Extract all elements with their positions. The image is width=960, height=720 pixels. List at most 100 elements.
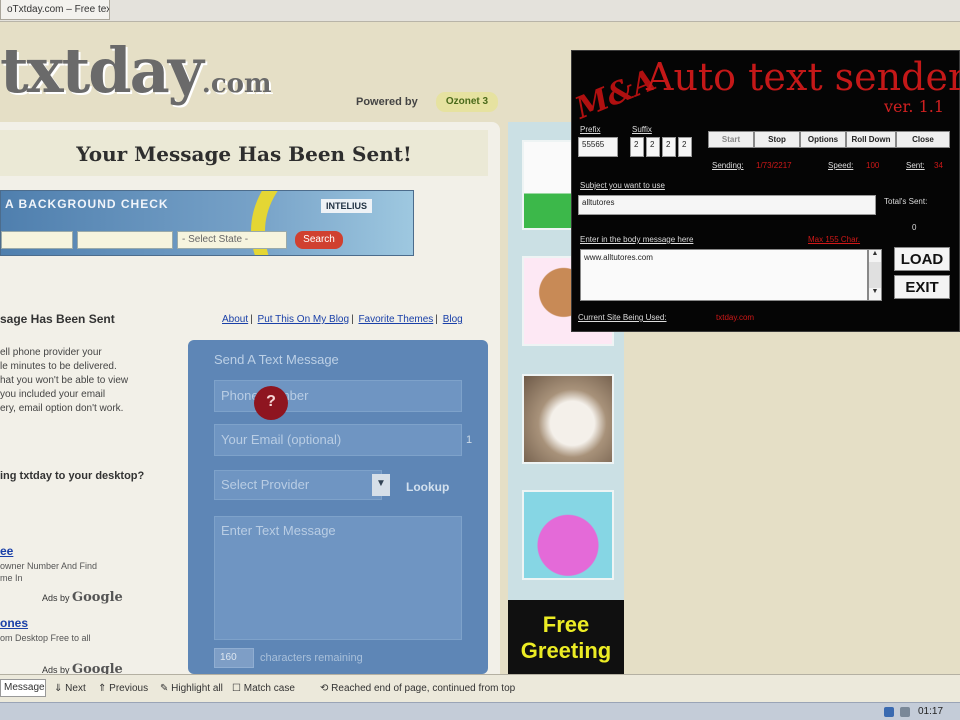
- body-line: hat you won't be able to view: [0, 375, 129, 386]
- ads-by-google[interactable]: Ads by Google: [42, 590, 123, 605]
- banner-state-select[interactable]: - Select State -: [177, 231, 287, 249]
- banner-first-name-input[interactable]: [1, 231, 73, 249]
- current-site-value: txtday.com: [716, 313, 755, 322]
- top-links: About | Put This On My Blog | Favorite The…: [222, 314, 463, 325]
- find-previous-label: Previous: [109, 683, 149, 694]
- ad-line: owner Number And Find: [0, 561, 98, 571]
- ad-link[interactable]: ee: [0, 544, 13, 558]
- character-count-box: 160: [214, 648, 254, 668]
- suffix-digit-input[interactable]: 2: [678, 137, 692, 157]
- chevron-down-icon[interactable]: ▼: [372, 474, 390, 496]
- highlight-all-label: Highlight all: [171, 683, 223, 694]
- characters-remaining-label: characters remaining: [260, 652, 363, 664]
- options-button[interactable]: Options: [800, 131, 846, 148]
- suffix-digit-input[interactable]: 2: [646, 137, 660, 157]
- lookup-link[interactable]: Lookup: [406, 480, 449, 494]
- suffix-digit-input[interactable]: 2: [630, 137, 644, 157]
- prefix-label: Prefix: [580, 125, 601, 134]
- body-textarea[interactable]: www.alltutores.com: [580, 249, 868, 301]
- match-case-checkbox[interactable]: ☐ Match case: [232, 683, 295, 694]
- link-put-on-blog[interactable]: Put This On My Blog: [258, 314, 350, 325]
- suffix-digit-input[interactable]: 2: [662, 137, 676, 157]
- banner-last-name-input[interactable]: [77, 231, 173, 249]
- link-about[interactable]: About: [222, 314, 248, 325]
- site-logo-text: txtday: [0, 34, 204, 107]
- stop-button[interactable]: Stop: [754, 131, 800, 148]
- main-content: Your Message Has Been Sent! A BACKGROUND…: [0, 122, 500, 677]
- link-blog[interactable]: Blog: [443, 314, 463, 325]
- current-site-label: Current Site Being Used:: [578, 313, 667, 322]
- prefix-input[interactable]: 55565: [578, 137, 618, 157]
- browser-tab[interactable]: oTxtday.com – Free text messaging – SMS …: [0, 0, 110, 20]
- checkbox-icon: ☐: [232, 683, 241, 694]
- ads-by-label: Ads by: [42, 593, 70, 603]
- banner-text: A BACKGROUND CHECK: [5, 197, 169, 211]
- sms-panel-title: Send A Text Message: [214, 352, 339, 367]
- ads-by-brand: Google: [72, 590, 123, 605]
- find-bar: Message ⇓ Next ⇑ Previous ✎ Highlight al…: [0, 674, 960, 702]
- taskbar: 01:17: [0, 702, 960, 720]
- page-title: Your Message Has Been Sent!: [0, 130, 488, 176]
- provider-select[interactable]: Select Provider: [214, 470, 382, 500]
- body-char-limit: Max 155 Char.: [808, 235, 861, 244]
- help-marker-icon[interactable]: ?: [254, 386, 288, 420]
- ad-text: om Desktop Free to all: [0, 632, 130, 644]
- ad-link[interactable]: ones: [0, 616, 28, 630]
- phone-number-input[interactable]: Phone Number: [214, 380, 462, 412]
- match-case-label: Match case: [243, 683, 295, 694]
- body-line: ell phone provider your: [0, 347, 102, 358]
- ad-line: om Desktop Free to all: [0, 633, 91, 643]
- message-sent-heading: sage Has Been Sent: [0, 312, 115, 326]
- banner-search-button[interactable]: Search: [295, 231, 343, 249]
- app-title: Auto text sender: [646, 55, 960, 99]
- find-next-label: Next: [65, 683, 86, 694]
- highlight-icon: ✎: [160, 683, 169, 694]
- highlight-all-button[interactable]: ✎ Highlight all: [160, 683, 223, 694]
- message-textarea[interactable]: Enter Text Message: [214, 516, 462, 640]
- free-greeting-ad[interactable]: Free Greeting: [508, 600, 624, 674]
- app-version: ver. 1.1: [884, 97, 945, 116]
- body-line: le minutes to be delivered.: [0, 361, 117, 372]
- ecard-thumbnail[interactable]: [522, 490, 614, 580]
- find-previous-button[interactable]: ⇑ Previous: [98, 683, 148, 694]
- browser-tab-strip: oTxtday.com – Free text messaging – SMS …: [0, 0, 960, 22]
- totals-sent-label: Total's Sent:: [884, 197, 928, 206]
- scroll-up-icon[interactable]: ▲: [869, 250, 881, 262]
- scroll-down-icon[interactable]: ▼: [869, 288, 881, 300]
- load-button[interactable]: LOAD: [894, 247, 950, 271]
- email-input[interactable]: Your Email (optional): [214, 424, 462, 456]
- wrap-icon: ⟲: [320, 683, 329, 694]
- ecard-thumbnail[interactable]: [522, 374, 614, 464]
- body-line: ery, email option don't work.: [0, 403, 124, 414]
- arrow-up-icon: ⇑: [98, 683, 107, 694]
- close-button[interactable]: Close: [896, 131, 950, 148]
- sent-label: Sent:: [906, 161, 925, 170]
- suffix-label: Suffix: [632, 125, 652, 134]
- roll-down-button[interactable]: Roll Down: [846, 131, 896, 148]
- greeting-line: Greeting: [520, 638, 612, 663]
- ad-line: me In: [0, 573, 23, 583]
- site-logo[interactable]: txtday.com: [0, 34, 272, 107]
- speed-value: 100: [866, 161, 880, 170]
- totals-sent-value: 0: [912, 223, 917, 232]
- link-favorite-themes[interactable]: Favorite Themes: [358, 314, 433, 325]
- find-next-button[interactable]: ⇓ Next: [54, 683, 86, 694]
- auto-text-sender-window: M&A Auto text sender ver. 1.1 Prefix Suf…: [570, 50, 960, 332]
- sent-value: 34: [934, 161, 943, 170]
- volume-icon[interactable]: [900, 707, 910, 717]
- powered-by-badge[interactable]: Ozonet 3: [436, 92, 498, 112]
- arrow-down-icon: ⇓: [54, 683, 63, 694]
- network-icon[interactable]: [884, 707, 894, 717]
- desktop-question: ing txtday to your desktop?: [0, 470, 145, 482]
- send-text-message-panel: Send A Text Message Phone Number Your Em…: [188, 340, 488, 674]
- find-input[interactable]: Message: [0, 679, 46, 697]
- subject-input[interactable]: alltutores: [578, 195, 876, 215]
- side-number: 1: [466, 434, 473, 446]
- start-button[interactable]: Start: [708, 131, 754, 148]
- body-scrollbar[interactable]: ▲ ▼: [868, 249, 882, 301]
- exit-button[interactable]: EXIT: [894, 275, 950, 299]
- site-logo-suffix: .com: [201, 69, 272, 99]
- body-label: Enter in the body message here: [580, 235, 694, 244]
- background-check-banner[interactable]: A BACKGROUND CHECK INTELIUS - Select Sta…: [0, 190, 414, 256]
- sending-value: 1/73/2217: [756, 161, 792, 170]
